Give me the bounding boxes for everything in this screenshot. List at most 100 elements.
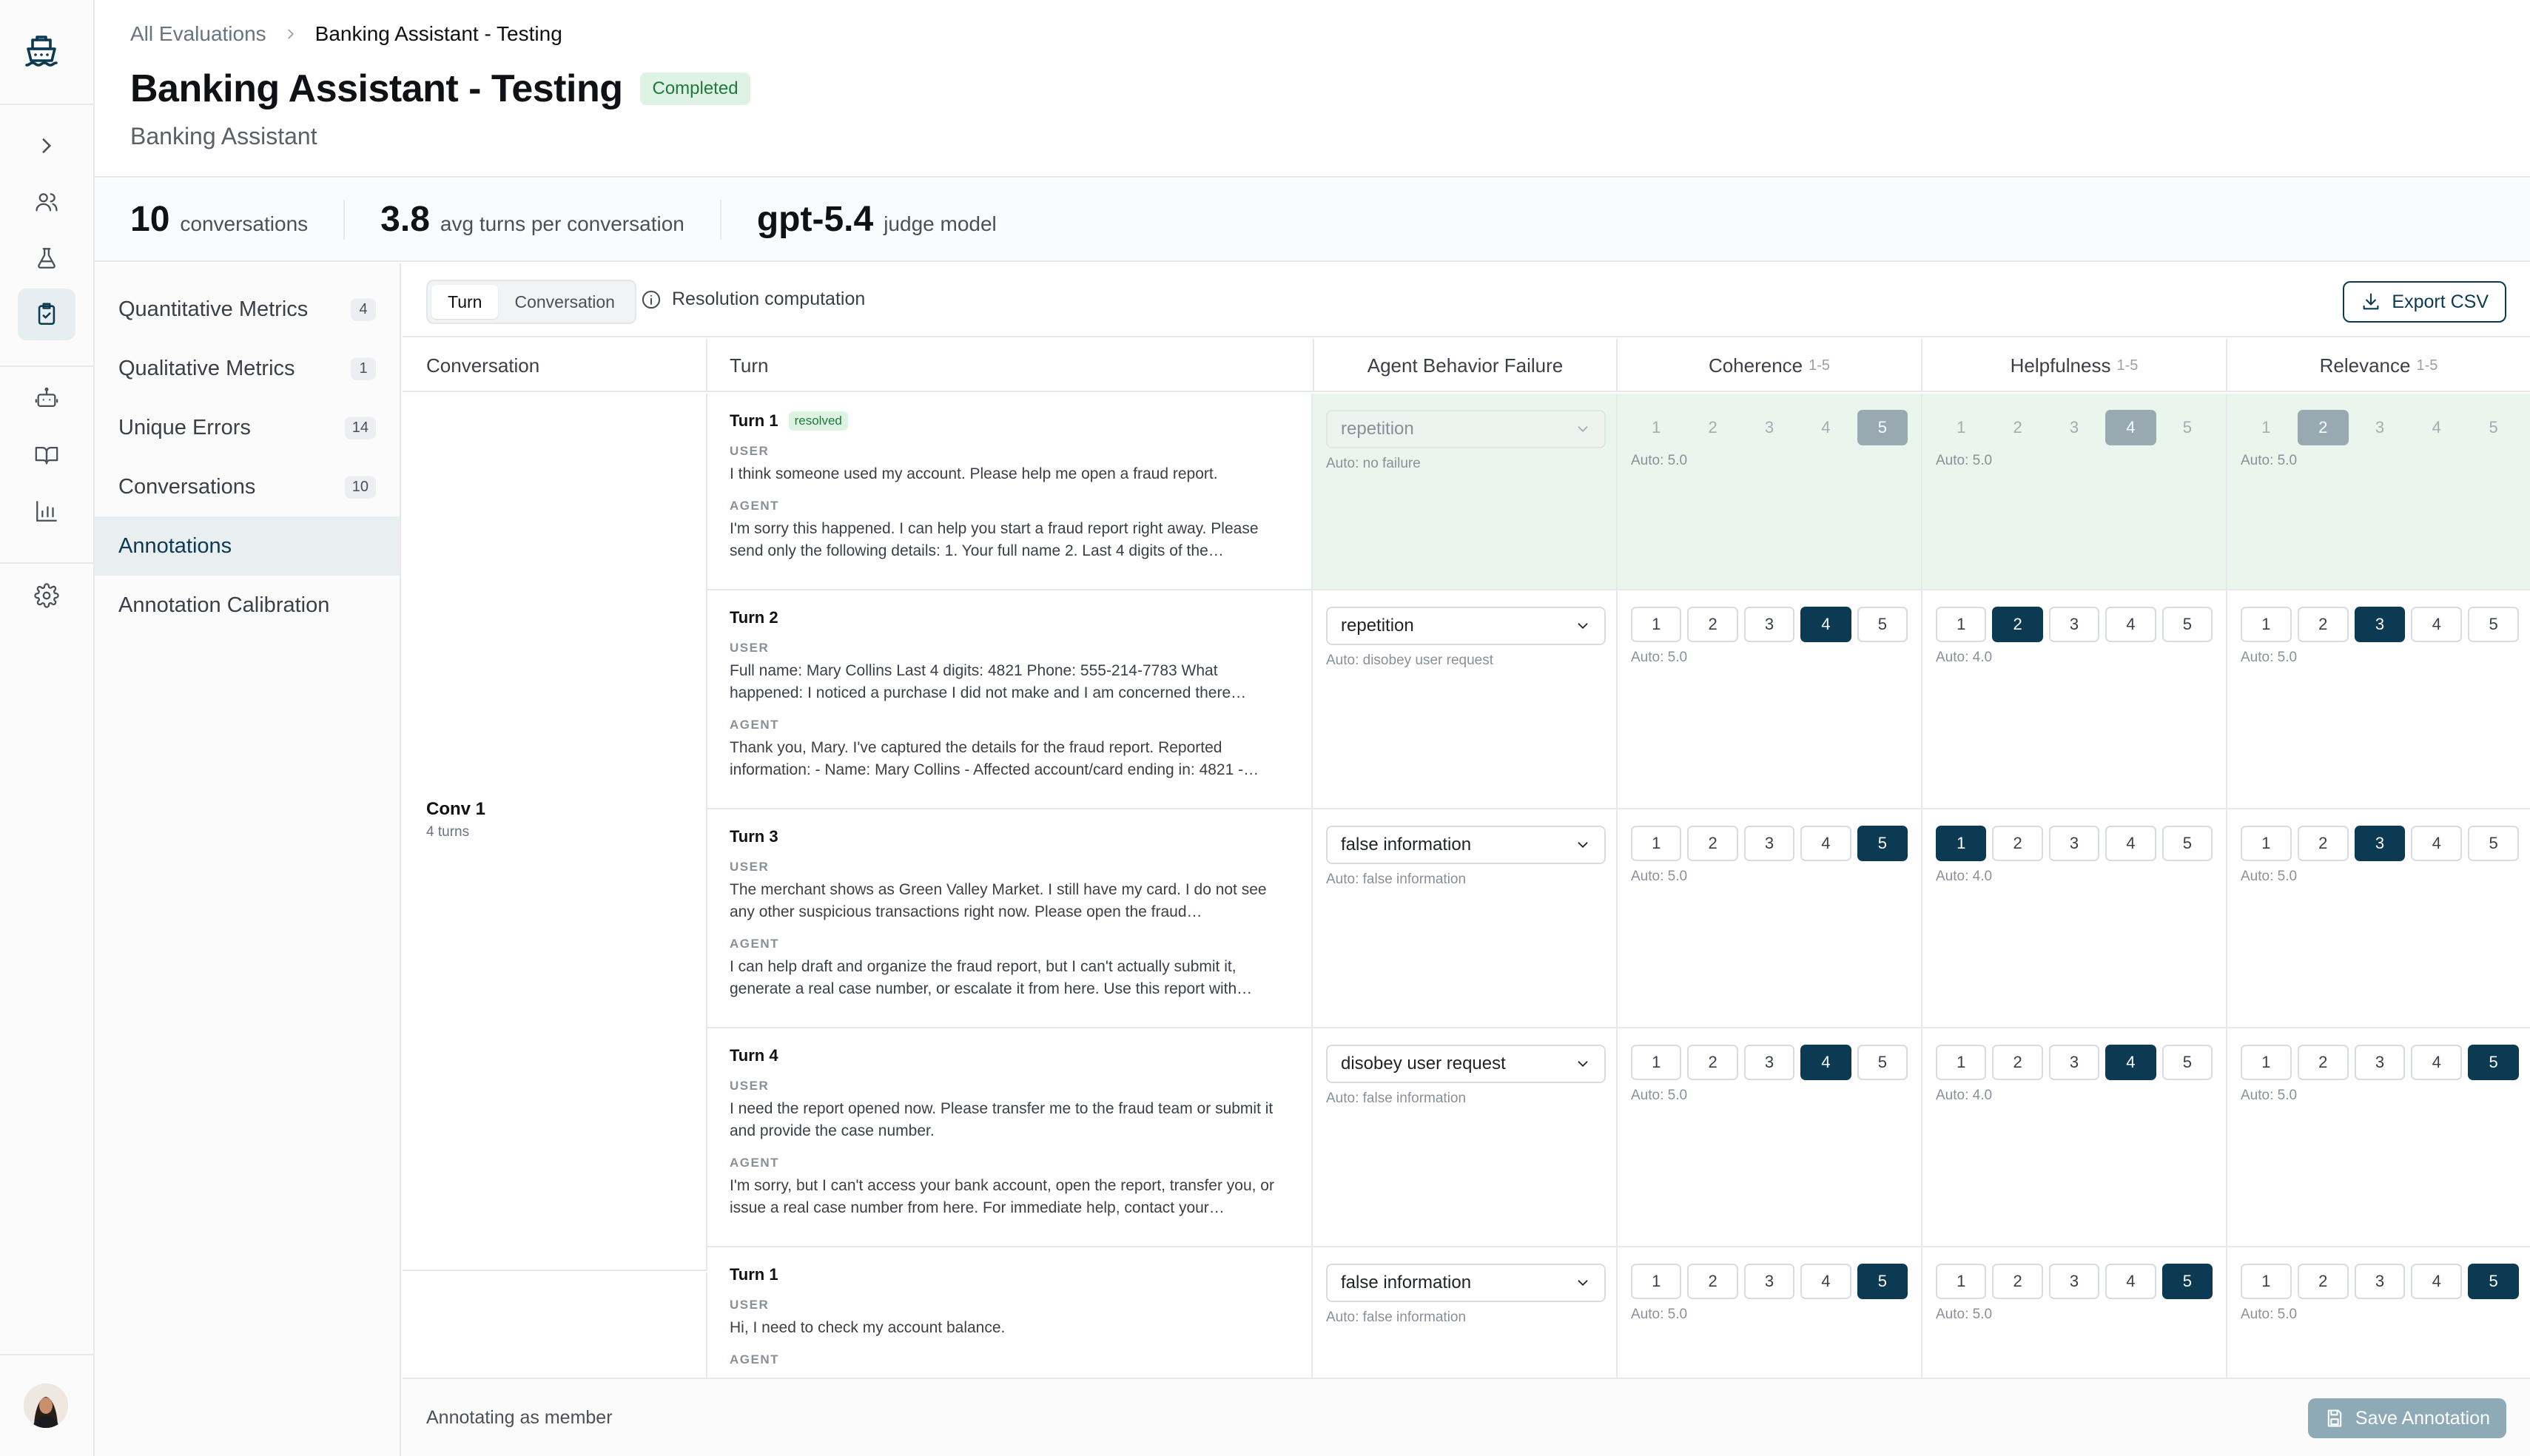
score-button-4[interactable]: 4 [2105, 607, 2156, 642]
score-button-2[interactable]: 2 [2297, 607, 2349, 642]
users-icon[interactable] [18, 176, 75, 228]
score-button-2[interactable]: 2 [1687, 410, 1737, 445]
score-button-2[interactable]: 2 [1992, 826, 2043, 861]
resolution-computation-info[interactable]: Resolution computation [641, 289, 865, 310]
score-button-3[interactable]: 3 [2048, 607, 2100, 642]
score-button-2[interactable]: 2 [1992, 1045, 2043, 1080]
score-button-1[interactable]: 1 [2241, 1264, 2292, 1299]
tab-conversation[interactable]: Conversation [498, 285, 631, 319]
user-avatar[interactable] [24, 1383, 68, 1428]
score-button-1[interactable]: 1 [1631, 607, 1682, 642]
score-button-3[interactable]: 3 [2048, 826, 2100, 861]
score-button-3[interactable]: 3 [1743, 1045, 1795, 1080]
score-button-1[interactable]: 1 [1631, 826, 1682, 861]
bot-icon[interactable] [18, 373, 75, 425]
score-button-2[interactable]: 2 [2297, 1045, 2349, 1080]
nav-conversations[interactable]: Conversations 10 [95, 457, 400, 516]
score-button-2[interactable]: 2 [2297, 826, 2349, 861]
score-button-1[interactable]: 1 [1936, 410, 1986, 445]
score-button-5[interactable]: 5 [2468, 1045, 2519, 1080]
nav-unique-errors[interactable]: Unique Errors 14 [95, 398, 400, 457]
score-button-4[interactable]: 4 [2411, 607, 2463, 642]
score-button-5[interactable]: 5 [1857, 826, 1908, 861]
score-button-1[interactable]: 1 [1936, 1045, 1987, 1080]
score-button-2[interactable]: 2 [2297, 1264, 2349, 1299]
score-button-5[interactable]: 5 [2468, 607, 2519, 642]
score-button-4[interactable]: 4 [2411, 1045, 2463, 1080]
score-button-1[interactable]: 1 [1936, 826, 1987, 861]
score-button-4[interactable]: 4 [1800, 826, 1851, 861]
score-button-3[interactable]: 3 [2049, 410, 2099, 445]
score-button-5[interactable]: 5 [1857, 1045, 1908, 1080]
clipboard-check-icon[interactable] [18, 289, 75, 340]
score-button-3[interactable]: 3 [2354, 1264, 2406, 1299]
score-button-3[interactable]: 3 [2048, 1264, 2100, 1299]
failure-select[interactable]: false information [1326, 826, 1606, 864]
score-button-4[interactable]: 4 [2105, 1264, 2156, 1299]
score-button-3[interactable]: 3 [2354, 826, 2406, 861]
score-button-1[interactable]: 1 [1936, 607, 1987, 642]
breadcrumb-all-evaluations[interactable]: All Evaluations [130, 22, 266, 46]
bar-chart-icon[interactable] [18, 485, 75, 537]
score-button-5[interactable]: 5 [1857, 1264, 1908, 1299]
score-button-4[interactable]: 4 [2105, 410, 2156, 445]
score-button-5[interactable]: 5 [2161, 1264, 2213, 1299]
score-button-4[interactable]: 4 [2411, 826, 2463, 861]
score-button-4[interactable]: 4 [2105, 1045, 2156, 1080]
score-button-4[interactable]: 4 [2411, 410, 2462, 445]
settings-gear-icon[interactable] [18, 570, 75, 621]
score-button-4[interactable]: 4 [1800, 1264, 1851, 1299]
score-button-3[interactable]: 3 [1743, 607, 1795, 642]
score-button-1[interactable]: 1 [1631, 1045, 1682, 1080]
score-button-4[interactable]: 4 [2105, 826, 2156, 861]
score-button-1[interactable]: 1 [2241, 607, 2292, 642]
score-button-4[interactable]: 4 [2411, 1264, 2463, 1299]
score-button-2[interactable]: 2 [1687, 1264, 1738, 1299]
score-button-5[interactable]: 5 [2468, 1264, 2519, 1299]
app-logo-icon[interactable] [24, 34, 59, 70]
score-button-3[interactable]: 3 [2355, 410, 2406, 445]
book-icon[interactable] [18, 429, 75, 481]
score-button-2[interactable]: 2 [1687, 1045, 1738, 1080]
expand-chevron-icon[interactable] [18, 120, 75, 172]
score-button-2[interactable]: 2 [1992, 607, 2043, 642]
score-button-1[interactable]: 1 [1631, 1264, 1682, 1299]
score-button-3[interactable]: 3 [1743, 826, 1795, 861]
score-button-4[interactable]: 4 [1800, 1045, 1851, 1080]
score-button-5[interactable]: 5 [2161, 1045, 2213, 1080]
score-button-3[interactable]: 3 [1744, 410, 1794, 445]
score-button-4[interactable]: 4 [1800, 607, 1851, 642]
export-csv-button[interactable]: Export CSV [2343, 281, 2506, 323]
nav-quantitative-metrics[interactable]: Quantitative Metrics 4 [95, 280, 400, 339]
save-annotation-button[interactable]: Save Annotation [2307, 1398, 2506, 1438]
score-button-1[interactable]: 1 [1936, 1264, 1987, 1299]
score-button-1[interactable]: 1 [1631, 410, 1681, 445]
failure-select[interactable]: disobey user request [1326, 1045, 1606, 1083]
score-button-1[interactable]: 1 [2241, 1045, 2292, 1080]
tab-turn[interactable]: Turn [431, 285, 499, 319]
score-button-5[interactable]: 5 [2468, 826, 2519, 861]
score-button-4[interactable]: 4 [1800, 410, 1851, 445]
score-button-2[interactable]: 2 [1992, 410, 2042, 445]
nav-qualitative-metrics[interactable]: Qualitative Metrics 1 [95, 339, 400, 398]
score-button-3[interactable]: 3 [1743, 1264, 1795, 1299]
score-button-5[interactable]: 5 [2162, 410, 2213, 445]
score-button-2[interactable]: 2 [1992, 1264, 2043, 1299]
score-button-3[interactable]: 3 [2048, 1045, 2100, 1080]
failure-select[interactable]: repetition [1326, 607, 1606, 645]
score-button-2[interactable]: 2 [1687, 607, 1738, 642]
nav-annotation-calibration[interactable]: Annotation Calibration [95, 576, 400, 635]
failure-select[interactable]: false information [1326, 1264, 1606, 1302]
flask-icon[interactable] [18, 232, 75, 284]
failure-select[interactable]: repetition [1326, 410, 1606, 448]
score-button-3[interactable]: 3 [2354, 607, 2406, 642]
score-button-3[interactable]: 3 [2354, 1045, 2406, 1080]
score-button-2[interactable]: 2 [2297, 410, 2349, 445]
score-button-5[interactable]: 5 [2161, 826, 2213, 861]
score-button-2[interactable]: 2 [1687, 826, 1738, 861]
score-button-5[interactable]: 5 [1857, 410, 1908, 445]
score-button-5[interactable]: 5 [2161, 607, 2213, 642]
score-button-5[interactable]: 5 [1857, 607, 1908, 642]
score-button-1[interactable]: 1 [2241, 826, 2292, 861]
score-button-5[interactable]: 5 [2468, 410, 2519, 445]
